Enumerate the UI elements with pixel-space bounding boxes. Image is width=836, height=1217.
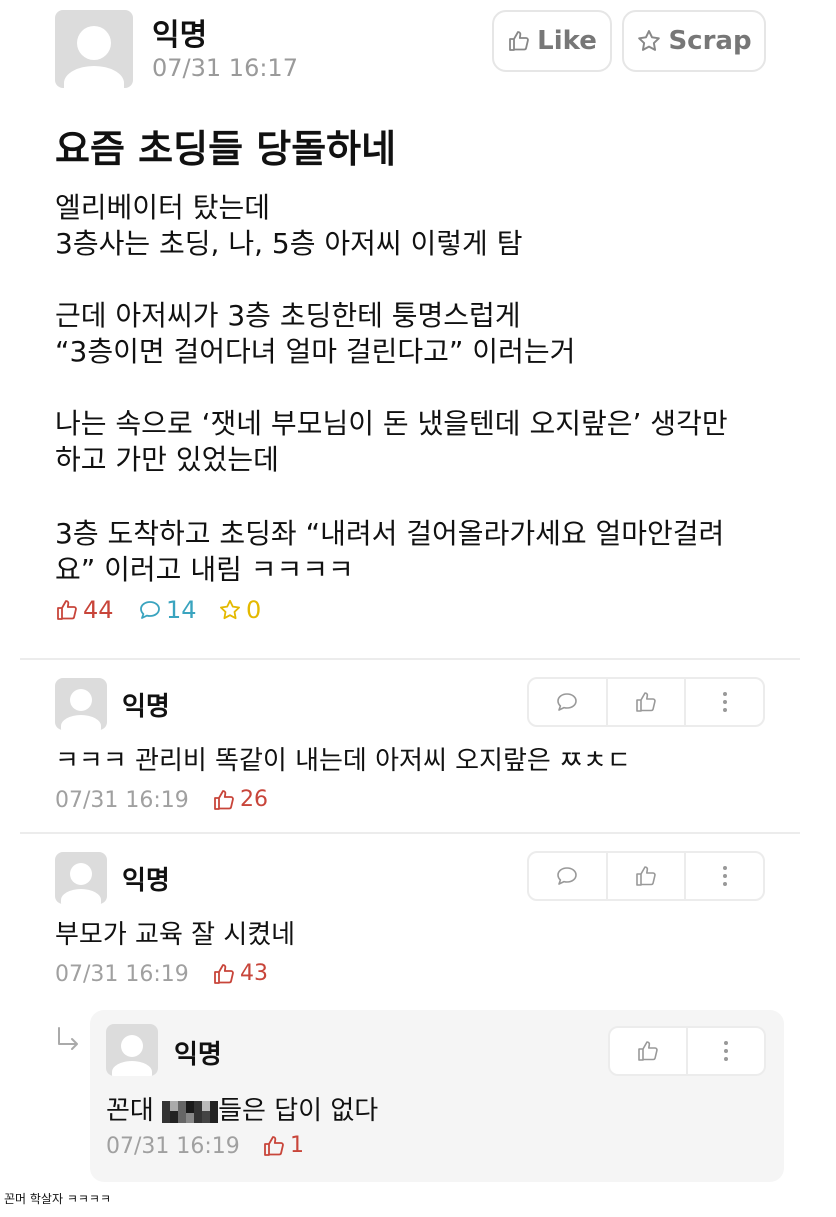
reply-comment-button[interactable] bbox=[529, 679, 608, 725]
post-comment-count-value: 14 bbox=[166, 596, 197, 624]
comment-author-avatar bbox=[55, 852, 107, 904]
scrap-button[interactable]: Scrap bbox=[622, 10, 766, 72]
like-reply-button[interactable] bbox=[610, 1028, 688, 1074]
comment-like-count: 43 bbox=[212, 961, 268, 986]
comment-timestamp: 07/31 16:19 bbox=[55, 962, 189, 987]
thumbs-up-icon bbox=[214, 789, 234, 810]
thumbs-up-icon bbox=[638, 1041, 658, 1061]
thumbs-up-icon bbox=[214, 963, 234, 984]
post-like-count-value: 44 bbox=[83, 596, 114, 624]
reply-container: 익명 꼰대 들은 답이 없다 07/31 16:19 1 bbox=[90, 1010, 784, 1182]
comment-more-button[interactable] bbox=[686, 853, 763, 899]
speech-bubble-icon bbox=[557, 693, 578, 711]
reply-text: 꼰대 들은 답이 없다 bbox=[106, 1090, 378, 1127]
thumbs-up-icon bbox=[57, 600, 77, 620]
more-vertical-icon bbox=[724, 1041, 728, 1061]
post-body-line: “3층이면 걸어다녀 얼마 걸린다고” 이러는거 bbox=[55, 335, 576, 368]
reply-comment-button[interactable] bbox=[529, 853, 608, 899]
reply-like-count: 1 bbox=[262, 1133, 304, 1158]
post-body-line: 3층 도착하고 초딩좌 “내려서 걸어올라가세요 얼마안걸려 bbox=[55, 517, 725, 550]
post-like-count: 44 bbox=[55, 596, 114, 624]
reply-author-avatar bbox=[106, 1024, 158, 1076]
like-button-label: Like bbox=[537, 26, 597, 56]
post-title: 요즘 초딩들 당돌하네 bbox=[55, 127, 397, 171]
thumbs-up-icon bbox=[636, 866, 656, 886]
like-comment-button[interactable] bbox=[608, 679, 687, 725]
like-button[interactable]: Like bbox=[492, 10, 612, 72]
thumbs-up-icon bbox=[264, 1135, 284, 1156]
post-body-line: 요” 이러고 내림 ㅋㅋㅋㅋ bbox=[55, 553, 354, 586]
post-comment-count: 14 bbox=[138, 596, 197, 624]
reply-author-name: 익명 bbox=[174, 1040, 222, 1070]
speech-bubble-icon bbox=[140, 601, 160, 619]
comment-timestamp: 07/31 16:19 bbox=[55, 788, 189, 813]
more-vertical-icon bbox=[722, 692, 727, 712]
star-icon bbox=[638, 30, 661, 51]
comment-author-name: 익명 bbox=[122, 692, 170, 722]
comment-author-avatar bbox=[55, 678, 107, 730]
post-body-line: 근데 아저씨가 3층 초딩한테 퉁명스럽게 bbox=[55, 299, 521, 332]
divider bbox=[20, 832, 800, 834]
comment-text: 부모가 교육 잘 시켰네 bbox=[55, 920, 296, 950]
reply-more-button[interactable] bbox=[688, 1028, 764, 1074]
comment-more-button[interactable] bbox=[686, 679, 763, 725]
comment-text: ㅋㅋㅋ 관리비 똑같이 내는데 아저씨 오지랖은 ㅉㅊㄷ bbox=[55, 746, 631, 776]
post-author-name: 익명 bbox=[152, 18, 208, 53]
post-timestamp: 07/31 16:17 bbox=[152, 54, 298, 82]
post-scrap-count-value: 0 bbox=[246, 596, 262, 624]
post-body-line: 3층사는 초딩, 나, 5층 아저씨 이렇게 탐 bbox=[55, 227, 523, 260]
more-vertical-icon bbox=[722, 866, 727, 886]
thumbs-up-icon bbox=[636, 692, 656, 712]
comment-actions bbox=[527, 677, 765, 727]
reply-text-before: 꼰대 bbox=[106, 1096, 163, 1126]
star-icon bbox=[220, 599, 240, 620]
comment-like-count-value: 26 bbox=[240, 787, 268, 812]
reply-actions bbox=[608, 1026, 766, 1076]
post-body-line: 하고 가만 있었는데 bbox=[55, 443, 279, 476]
censored-word-mosaic bbox=[162, 1100, 219, 1123]
like-comment-button[interactable] bbox=[608, 853, 687, 899]
post-author-avatar bbox=[55, 10, 133, 88]
reply-timestamp: 07/31 16:19 bbox=[106, 1134, 240, 1159]
comment-like-count: 26 bbox=[212, 787, 268, 812]
reply-arrow-icon bbox=[58, 1027, 78, 1050]
thumbs-up-icon bbox=[509, 31, 529, 51]
comment-author-name: 익명 bbox=[122, 866, 170, 896]
speech-bubble-icon bbox=[557, 867, 578, 885]
comment-actions bbox=[527, 851, 765, 901]
post-body-line: 나는 속으로 ‘잿네 부모님이 돈 냈을텐데 오지랖은’ 생각만 bbox=[55, 407, 728, 440]
divider bbox=[20, 658, 800, 660]
post-body-line: 엘리베이터 탔는데 bbox=[55, 191, 270, 224]
post-scrap-count: 0 bbox=[218, 596, 261, 624]
comment-like-count-value: 43 bbox=[240, 961, 268, 986]
reply-text-after: 들은 답이 없다 bbox=[218, 1096, 379, 1126]
image-caption: 꼰머 학살자 ㅋㅋㅋㅋ bbox=[4, 1192, 111, 1206]
reply-like-count-value: 1 bbox=[290, 1133, 304, 1158]
scrap-button-label: Scrap bbox=[668, 26, 752, 56]
